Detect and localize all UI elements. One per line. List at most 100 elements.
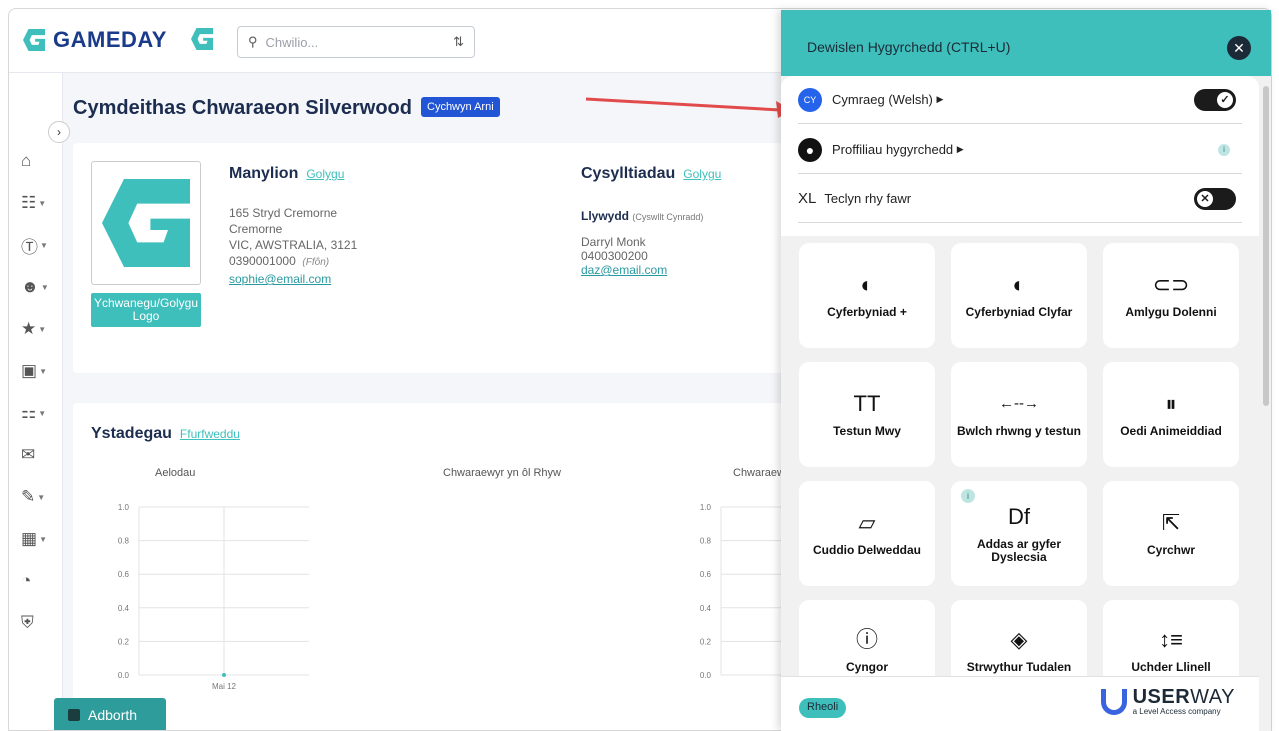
contact-role-note: (Cyswllt Cynradd) — [632, 212, 704, 222]
details-email-link[interactable]: sophie@email.com — [229, 271, 357, 287]
sidebar-item-courses[interactable]: ▣ ▼ — [21, 359, 59, 383]
text-spacing-icon: ←--→ — [999, 395, 1039, 412]
stats-card: Ystadegau Ffurfweddu Aelodau Chwaraewyr y… — [73, 403, 853, 730]
userway-logo-text: USERWAY a Level Access company — [1133, 687, 1235, 716]
text-size-icon: TT — [853, 391, 881, 416]
gameday-logo[interactable]: GAMEDAY — [23, 27, 167, 53]
caret-right-icon: ▶ — [956, 144, 964, 154]
contacts-heading: Cysylltiadau Golygu — [581, 165, 721, 183]
shirt-icon: ⚏ — [21, 403, 37, 422]
chevron-down-icon: ▼ — [37, 492, 46, 502]
tile-label: Testun Mwy — [833, 424, 901, 438]
search-placeholder: Chwilio... — [265, 34, 319, 50]
y-tick-label: 0.6 — [118, 570, 130, 579]
userway-logo-icon — [1100, 688, 1127, 715]
annotation-arrow — [585, 97, 792, 118]
tile-line-height[interactable]: ↕≡ Uchder Llinell — [1103, 600, 1239, 676]
details-phone: 0390001000 (Ffôn) — [229, 253, 357, 271]
phone-number: 0390001000 — [229, 254, 296, 268]
tile-contrast[interactable]: ◐ Cyferbyniad + — [799, 243, 935, 348]
edit-details-link[interactable]: Golygu — [306, 167, 344, 181]
tile-label: Cyrchwr — [1146, 543, 1196, 557]
userway-tagline: a Level Access company — [1132, 707, 1221, 716]
chat-icon: ✉ — [21, 445, 36, 464]
sidebar-item-reports[interactable]: ◔ — [21, 569, 59, 593]
dollar-icon: Ⓣ — [21, 237, 38, 257]
tile-pause-animation[interactable]: ⏸ Oedi Animeiddiad — [1103, 362, 1239, 467]
y-tick-label: 0.0 — [118, 671, 130, 680]
tile-page-structure[interactable]: ◈ Strwythur Tudalen — [951, 600, 1087, 676]
pause-animation-icon: ⏸ — [1165, 391, 1177, 416]
info-icon[interactable]: i — [961, 489, 975, 503]
sidebar-item-members[interactable]: ☻ ▼ — [21, 275, 59, 299]
sidebar-item-structure[interactable]: ☷ ▼ — [21, 191, 59, 215]
chart-title-players-by-gender: Chwaraewyr yn ôl Rhyw — [443, 467, 561, 479]
tile-tooltips[interactable]: ⓘ Cyngor — [799, 600, 935, 676]
data-point[interactable] — [222, 673, 226, 677]
language-selector[interactable]: CY Cymraeg (Welsh) ▶ ✓ — [798, 76, 1242, 124]
edit-contacts-link[interactable]: Golygu — [683, 167, 721, 181]
info-icon[interactable]: i — [1218, 143, 1230, 156]
chevron-down-icon: ▼ — [39, 366, 47, 376]
feedback-icon — [68, 709, 80, 721]
oversize-toggle[interactable]: ✕ — [1194, 187, 1236, 210]
tile-highlight-links[interactable]: ⊂⊃ Amlygu Dolenni — [1103, 243, 1239, 348]
sidebar-item-events[interactable]: ▦ ▼ — [21, 527, 59, 551]
tile-smart-contrast[interactable]: ◐ Cyferbyniad Clyfar — [951, 243, 1087, 348]
sidebar-item-merchandise[interactable]: ⚏ ▼ — [21, 401, 59, 425]
accessibility-person-icon: ● — [798, 137, 822, 162]
sidebar: ⌂ ☷ ▼ Ⓣ ▼ ☻ ▼ ★ ▼ ▣ ▼ ⚏ ▼ ✉ ✎ ▼ ▦ ▼ ◔ ⛨ — [9, 73, 63, 730]
sidebar-item-communications[interactable]: ✉ — [21, 443, 59, 467]
tile-bigger-text[interactable]: TT Testun Mwy — [799, 362, 935, 467]
details-address: 165 Stryd Cremorne Cremorne VIC, AWSTRAL… — [229, 205, 357, 287]
tile-hide-images[interactable]: ▱ Cuddio Delweddau — [799, 481, 935, 586]
oversize-label: Teclyn rhy fawr — [824, 191, 912, 206]
org-logo-icon[interactable] — [191, 28, 213, 50]
y-tick-label: 0.2 — [118, 637, 130, 646]
sidebar-expand-button[interactable]: › — [48, 121, 70, 143]
search-input[interactable]: ⚲ Chwilio... ⇅ — [237, 26, 475, 58]
search-icon: ⚲ — [248, 34, 258, 49]
tile-text-spacing[interactable]: ←--→ Bwlch rhwng y testun — [951, 362, 1087, 467]
language-toggle[interactable]: ✓ — [1194, 88, 1236, 111]
form-edit-icon: ✎ — [21, 487, 36, 506]
hide-images-icon: ▱ — [858, 510, 876, 535]
tile-label: Strwythur Tudalen — [966, 660, 1072, 674]
home-icon[interactable]: ⌂ — [21, 149, 59, 173]
y-tick-label: 0.0 — [700, 671, 712, 680]
userway-brand-light: WAY — [1190, 686, 1235, 708]
accessibility-profiles[interactable]: ● Proffiliau hygyrchedd ▶ i — [798, 126, 1242, 174]
club-logo-mark — [102, 179, 190, 267]
manage-button[interactable]: Rheoli — [799, 698, 847, 718]
sidebar-item-competitions[interactable]: ★ ▼ — [21, 317, 59, 341]
configure-stats-link[interactable]: Ffurfweddu — [180, 427, 240, 441]
oversize-widget[interactable]: XL Teclyn rhy fawr ✕ — [798, 175, 1242, 223]
tile-cursor[interactable]: ⇱ Cyrchwr — [1103, 481, 1239, 586]
contrast-icon: ◐ — [860, 272, 874, 297]
tooltip-icon: ⓘ — [855, 627, 878, 652]
y-tick-label: 0.2 — [700, 637, 712, 646]
sidebar-item-finance[interactable]: Ⓣ ▼ — [21, 233, 59, 257]
smart-contrast-icon: ◐ — [1012, 272, 1026, 297]
members-chart: 1.0 0.8 0.6 0.4 0.2 0.0 Mai 12 — [118, 503, 309, 691]
chevron-down-icon: ▼ — [39, 534, 47, 544]
sidebar-item-forms[interactable]: ✎ ▼ — [21, 485, 59, 509]
userway-wordmark: USERWAY — [1133, 687, 1235, 707]
contact-email-link[interactable]: daz@email.com — [581, 263, 667, 277]
get-started-button[interactable]: Cychwyn Arni — [421, 97, 500, 117]
details-heading: Manylion Golygu — [229, 165, 344, 183]
chevron-down-icon: ▼ — [40, 282, 49, 292]
check-icon: ✓ — [1217, 91, 1233, 108]
close-icon[interactable]: ✕ — [1227, 36, 1251, 60]
shield-icon: ⛨ — [21, 613, 34, 632]
chevron-right-icon: › — [57, 125, 61, 139]
filter-icon[interactable]: ⇅ — [453, 34, 464, 50]
sidebar-item-security[interactable]: ⛨ — [21, 611, 59, 635]
laptop-icon: ▣ — [21, 361, 38, 380]
add-edit-logo-button[interactable]: Ychwanegu/Golygu Logo — [91, 293, 201, 327]
feedback-button[interactable]: Adborth — [54, 698, 166, 730]
tile-dyslexia-friendly[interactable]: i Df Addas ar gyfer Dyslecsia — [951, 481, 1087, 586]
userway-logo[interactable]: USERWAY a Level Access company — [1100, 687, 1235, 716]
panel-scrollbar[interactable] — [1263, 86, 1269, 406]
contacts-heading-text: Cysylltiadau — [581, 165, 676, 182]
